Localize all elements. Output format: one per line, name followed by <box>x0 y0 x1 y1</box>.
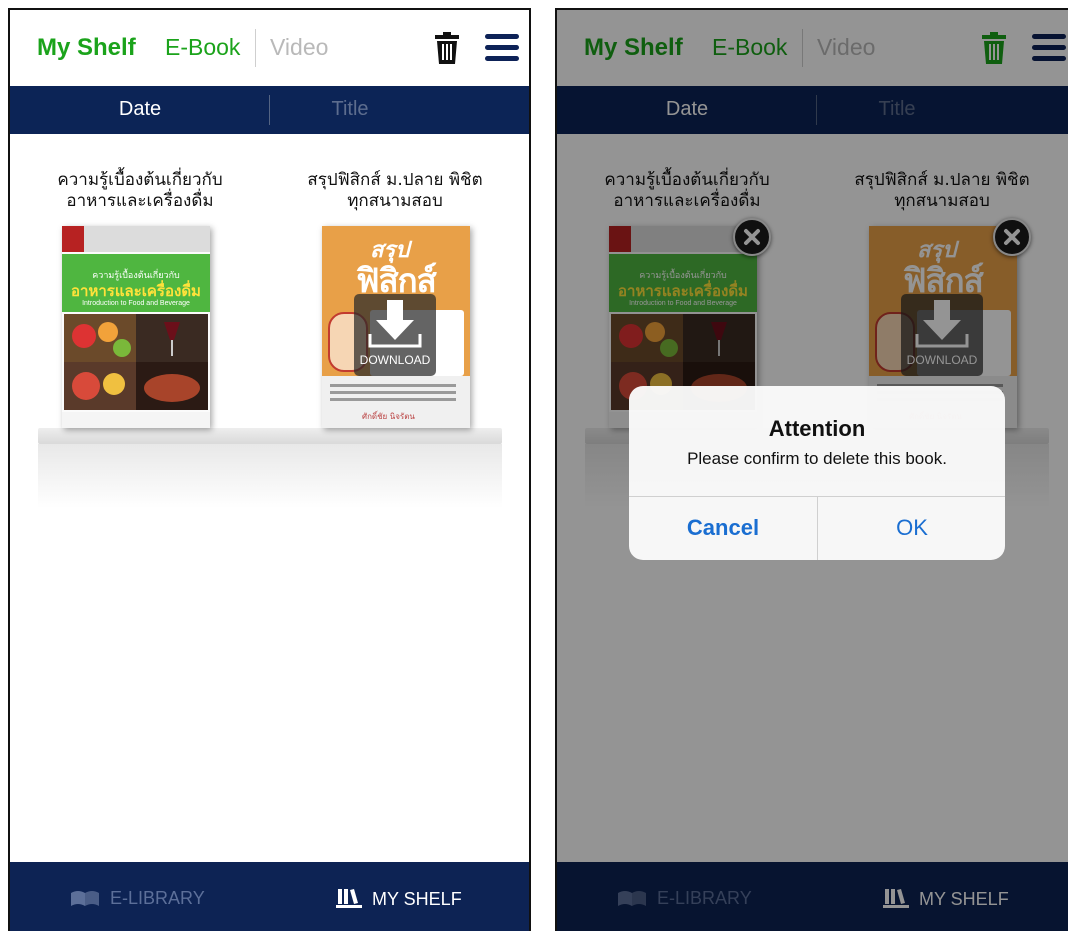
book-title-line: ทุกสนามสอบ <box>347 191 443 211</box>
download-icon <box>368 300 422 348</box>
cover-footer <box>62 412 210 428</box>
delete-confirm-dialog: Attention Please confirm to delete this … <box>629 386 1005 560</box>
shelf-shadow <box>38 444 502 508</box>
nav-e-library-label: E-LIBRARY <box>110 888 205 908</box>
cover-english-title: Introduction to Food and Beverage <box>82 300 190 307</box>
tab-video[interactable]: Video <box>270 34 328 61</box>
nav-my-shelf-label: MY SHELF <box>372 889 462 909</box>
bookshelf: ความรู้เบื้องต้นเกี่ยวกับ อาหารและเครื่อ… <box>10 134 529 862</box>
sort-title[interactable]: Title <box>270 98 430 121</box>
nav-my-shelf[interactable]: MY SHELF <box>336 888 462 910</box>
sort-date[interactable]: Date <box>10 98 270 121</box>
cover-footer: ศักดิ์ชัย นิจรัตน <box>322 376 470 428</box>
download-label: DOWNLOAD <box>359 353 431 367</box>
cover-logo <box>62 226 84 252</box>
book-title-line: สรุปฟิสิกส์ ม.ปลาย พิชิต <box>307 170 483 190</box>
open-book-icon <box>71 891 99 906</box>
food-photos-image <box>64 314 208 410</box>
app-title: My Shelf <box>37 34 136 61</box>
book-title-line: ความรู้เบื้องต้นเกี่ยวกับ <box>57 170 223 190</box>
dialog-message: Please confirm to delete this book. <box>687 449 947 468</box>
bookshelf-icon <box>336 889 362 908</box>
screen-delete-confirm: My Shelf E-Book Video Date Title ความรู้… <box>555 8 1068 931</box>
cancel-button[interactable]: Cancel <box>629 496 817 560</box>
tab-ebook[interactable]: E-Book <box>165 34 240 61</box>
cover-author: ศักดิ์ชัย นิจรัตน <box>362 412 415 421</box>
bottom-nav: E-LIBRARY MY SHELF <box>10 862 529 931</box>
screen-shelf: My Shelf E-Book Video Date Title ความรู้… <box>8 8 531 931</box>
ok-button[interactable]: OK <box>818 496 1005 560</box>
book-title[interactable]: สรุปฟิสิกส์ ม.ปลาย พิชิต ทุกสนามสอบ <box>275 170 515 212</box>
trash-icon[interactable] <box>434 32 460 64</box>
dialog-title: Attention <box>768 416 866 441</box>
book-cover-food[interactable]: ความรู้เบื้องต้นเกี่ยวกับ อาหารและเครื่อ… <box>62 226 210 428</box>
nav-e-library[interactable]: E-LIBRARY <box>70 888 205 909</box>
book-title[interactable]: ความรู้เบื้องต้นเกี่ยวกับ อาหารและเครื่อ… <box>20 170 260 212</box>
sort-bar: Date Title <box>10 86 529 134</box>
download-button[interactable]: DOWNLOAD <box>354 294 436 376</box>
shelf-board <box>38 428 502 444</box>
tab-divider <box>255 29 256 67</box>
hamburger-menu-icon[interactable] <box>485 34 519 62</box>
cover-header-band <box>62 226 210 252</box>
top-bar: My Shelf E-Book Video <box>10 10 529 86</box>
book-title-line: อาหารและเครื่องดื่ม <box>66 191 214 211</box>
